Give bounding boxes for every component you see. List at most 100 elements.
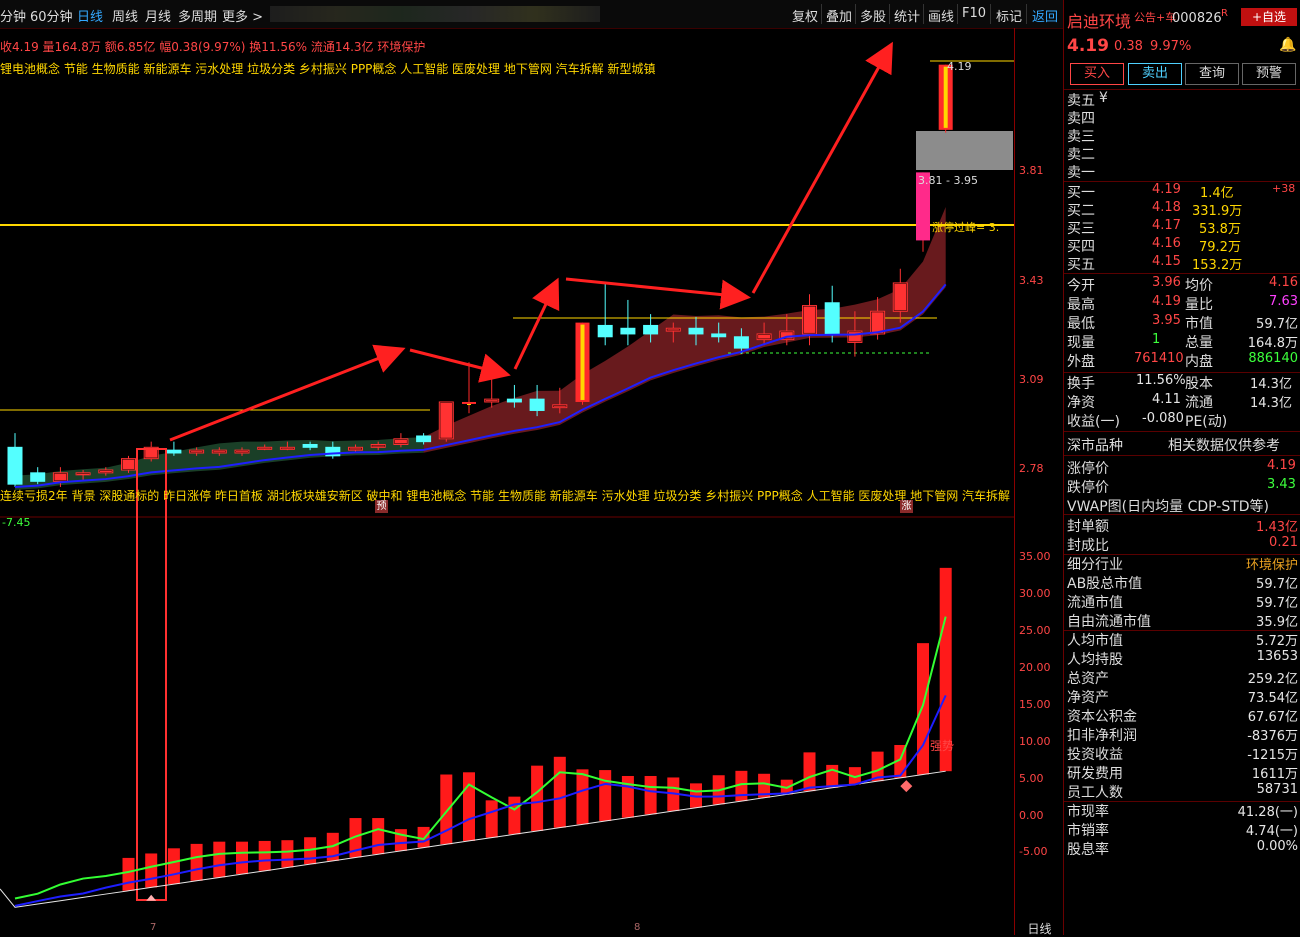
overlay-button[interactable]: 叠加	[826, 6, 852, 25]
stat-row: 现量 1 总量 164.8万	[1067, 332, 1298, 351]
trend-arrow	[409, 348, 511, 383]
candle	[121, 455, 136, 473]
indicator-bar	[599, 770, 612, 822]
kline-chart[interactable]	[0, 28, 1014, 933]
f10-button[interactable]: F10	[962, 6, 986, 21]
fundamental-row: 员工人数 58731	[1067, 782, 1298, 801]
indicator-bar	[122, 857, 135, 891]
indicator-bar	[531, 765, 544, 831]
fundamental-row: 细分行业 环境保护	[1067, 557, 1298, 573]
candle	[30, 467, 46, 485]
indicator-bar	[917, 643, 929, 775]
bottom-period-tab[interactable]: 日线	[1014, 920, 1064, 936]
sell3-row: 卖三	[1067, 129, 1095, 145]
candle	[597, 282, 613, 346]
indicator-bar	[440, 774, 453, 845]
axis-label: 2.78	[1019, 462, 1044, 475]
indicator-bar	[236, 841, 248, 875]
date-label-8: 8	[634, 922, 641, 933]
indicator-bar	[394, 829, 407, 851]
fundamental-row: 人均市值 5.72万	[1067, 633, 1298, 649]
tab-daily[interactable]: 日线	[77, 6, 103, 25]
axis-label: 3.43	[1019, 274, 1044, 287]
indicator-bar	[803, 752, 816, 792]
buy-button[interactable]: 买入	[1070, 63, 1124, 85]
trend-arrow	[513, 277, 560, 370]
indicator-bar	[190, 843, 203, 881]
indicator-bar	[508, 796, 521, 835]
buy1-row: 买一 4.19 1.4亿 +38	[1067, 182, 1296, 201]
indicator-bar	[463, 772, 475, 841]
axis-label: -5.00	[1019, 845, 1048, 858]
bell-icon[interactable]: 🔔	[1279, 37, 1296, 53]
fuquan-button[interactable]: 复权	[792, 6, 818, 25]
fundamental-row: 研发费用 1611万	[1067, 766, 1298, 782]
sell4-row: 卖四	[1067, 111, 1095, 127]
sell1-row: 卖一	[1067, 165, 1095, 181]
stat-row: 最高 4.19 量比 7.63	[1067, 294, 1298, 313]
fundamental-row: 市销率 4.74(一)	[1067, 823, 1298, 839]
indicator-axis: 35.00 30.00 25.00 20.00 15.00 10.00 5.00…	[1014, 518, 1064, 920]
draw-line-button[interactable]: 画线	[928, 6, 954, 25]
sell5-row: 卖五 ¥	[1067, 90, 1108, 109]
axis-label: 10.00	[1019, 735, 1051, 748]
indicator-bar	[621, 775, 634, 818]
indicator-bar	[553, 756, 566, 828]
indicator-bar	[576, 769, 589, 825]
indicator-bar	[826, 764, 839, 788]
fundamental-row: 封单额 1.43亿	[1067, 519, 1298, 535]
axis-label: 0.00	[1019, 809, 1044, 822]
stats-button[interactable]: 统计	[894, 6, 920, 25]
axis-label: 15.00	[1019, 698, 1051, 711]
tab-monthly[interactable]: 月线	[145, 6, 171, 25]
stock-tag: 公告+车	[1134, 11, 1177, 24]
vwap-row[interactable]: VWAP图(日内均量 CDP-STD等)	[1064, 496, 1300, 515]
alert-button[interactable]: 预警	[1242, 63, 1296, 85]
tab-more[interactable]: 更多 >	[222, 6, 263, 25]
tab-minute[interactable]: 分钟	[0, 6, 26, 25]
stat-row: 最低 3.95 市值 59.7亿	[1067, 313, 1298, 332]
mark-button[interactable]: 标记	[996, 6, 1022, 25]
indicator-bar	[281, 840, 294, 868]
stock-code: 000826	[1172, 11, 1222, 26]
limit-peak-label: 涨停过峰= 3.	[932, 221, 1000, 234]
price-change: 0.38	[1114, 39, 1143, 54]
concept-tags-top: 锂电池概念 节能 生物质能 新能源车 污水处理 垃圾分类 乡村振兴 PPP概念 …	[0, 62, 656, 76]
indicator-bar	[258, 840, 271, 871]
market-row: 深市品种 相关数据仅供参考	[1067, 438, 1280, 454]
tab-weekly[interactable]: 周线	[112, 6, 138, 25]
indicator-bar	[167, 848, 180, 885]
axis-label: 20.00	[1019, 661, 1051, 674]
tab-multi-period[interactable]: 多周期	[178, 6, 217, 25]
pre-badge: 预	[375, 500, 388, 513]
strong-label: 强势	[930, 739, 955, 753]
fundamental-row: 人均持股 13653	[1067, 649, 1298, 668]
limit-up-row: 涨停价 4.19	[1067, 458, 1296, 477]
axis-label: 30.00	[1019, 587, 1051, 600]
eps-row: 收益(一) -0.080 PE(动)	[1067, 411, 1228, 430]
buy4-row: 买四 4.16 79.2万	[1067, 236, 1241, 255]
indicator-bar	[145, 853, 158, 888]
turnover-row: 换手 11.56% 股本 14.3亿	[1067, 373, 1292, 392]
axis-label: 3.81	[1019, 164, 1044, 177]
stock-name: 启迪环境	[1067, 12, 1132, 31]
return-button[interactable]: 返回	[1032, 6, 1058, 25]
date-label-7: 7	[150, 922, 157, 933]
r-mark: R	[1221, 8, 1228, 19]
buy2-row: 买二 4.18 331.9万	[1067, 200, 1243, 219]
sell2-row: 卖二	[1067, 147, 1095, 163]
indicator-bar	[644, 775, 657, 815]
top-price-label: 4.19	[947, 60, 972, 73]
blurred-region	[270, 6, 600, 22]
query-button[interactable]: 查询	[1185, 63, 1239, 85]
sell-button[interactable]: 卖出	[1128, 63, 1182, 85]
add-watchlist-button[interactable]: +自选	[1241, 8, 1297, 26]
tab-60min[interactable]: 60分钟	[30, 6, 73, 25]
axis-label: 3.09	[1019, 373, 1044, 386]
fundamental-row: 净资产 73.54亿	[1067, 690, 1298, 706]
axis-label: 25.00	[1019, 624, 1051, 637]
fundamental-row: 流通市值 59.7亿	[1067, 595, 1298, 611]
limit-badge: 涨	[900, 500, 913, 513]
multi-stock-button[interactable]: 多股	[860, 6, 886, 25]
netasset-row: 净资 4.11 流通 14.3亿	[1067, 392, 1292, 411]
